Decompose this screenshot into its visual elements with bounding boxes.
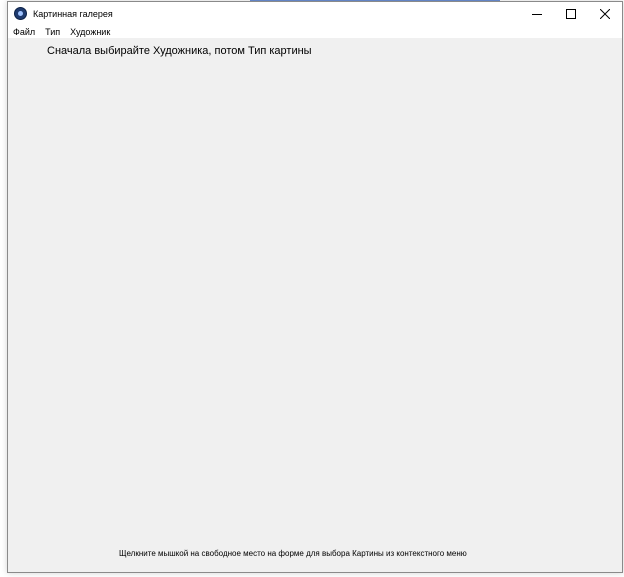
minimize-icon <box>532 13 542 15</box>
menu-artist[interactable]: Художник <box>70 27 110 37</box>
menu-file[interactable]: Файл <box>13 27 35 37</box>
maximize-icon <box>566 8 576 19</box>
close-icon <box>600 8 610 19</box>
menu-type[interactable]: Тип <box>45 27 60 37</box>
minimize-button[interactable] <box>520 2 554 25</box>
hint-label: Щелкните мышкой на свободное место на фо… <box>119 549 467 558</box>
app-gallery-icon[interactable] <box>14 7 27 20</box>
title-bar[interactable]: Картинная галерея <box>8 2 622 25</box>
maximize-button[interactable] <box>554 2 588 25</box>
menu-bar: Файл Тип Художник <box>8 25 622 38</box>
app-window: Картинная галерея Файл Тип Художник Снач… <box>7 1 623 573</box>
window-title: Картинная галерея <box>33 8 113 19</box>
instruction-label: Сначала выбирайте Художника, потом Тип к… <box>47 45 312 57</box>
window-controls <box>520 2 622 25</box>
form-client-area[interactable]: Сначала выбирайте Художника, потом Тип к… <box>8 38 622 572</box>
close-button[interactable] <box>588 2 622 25</box>
